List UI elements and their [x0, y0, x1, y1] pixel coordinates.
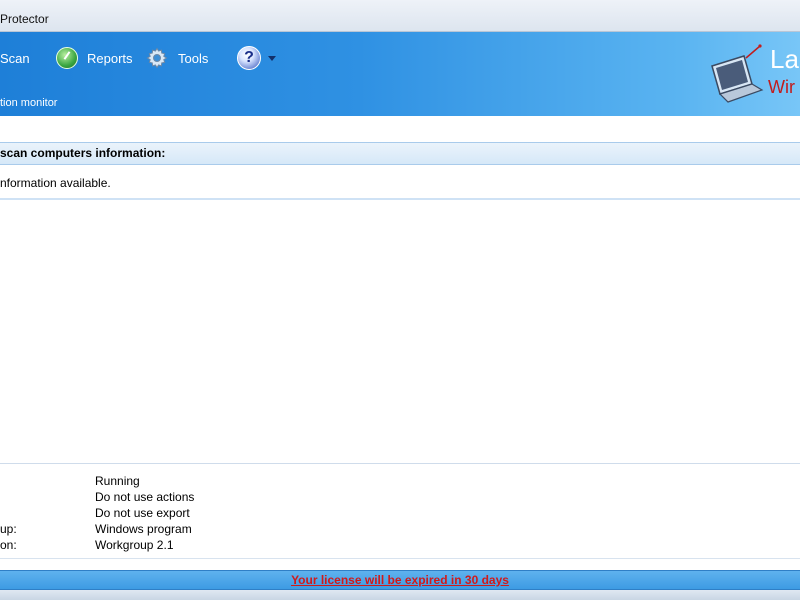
scan-button[interactable]: Scan [0, 42, 30, 74]
scan-label: Scan [0, 50, 30, 66]
toolbar-subtitle: tion monitor [0, 97, 58, 109]
status-value: Do not use export [95, 506, 190, 520]
status-area: Running Do not use actions Do not use ex… [0, 463, 800, 558]
no-info-message: nformation available. [0, 176, 111, 190]
status-value: Workgroup 2.1 [95, 538, 174, 552]
chevron-down-icon [268, 55, 276, 61]
window-title: Protector [0, 12, 49, 26]
bottom-strip [0, 590, 800, 600]
reports-button[interactable]: Reports [56, 42, 133, 74]
title-bar: Protector [0, 0, 800, 32]
status-value: Do not use actions [95, 490, 195, 504]
section-body: nformation available. [0, 166, 800, 200]
logo-text-line1: La [770, 44, 799, 74]
tools-button[interactable]: Tools [146, 42, 208, 74]
status-key: up: [0, 522, 17, 536]
status-key: on: [0, 538, 17, 552]
tools-label: Tools [178, 50, 209, 66]
logo-text-line2: Wir [768, 77, 795, 97]
toolbar: Scan Reports Tools ? tion monitor [0, 32, 800, 116]
status-value: Windows program [95, 522, 192, 536]
help-dropdown-button[interactable]: ? [237, 42, 276, 74]
reports-label: Reports [87, 50, 133, 66]
status-value: Running [95, 474, 140, 488]
reports-icon [56, 47, 78, 69]
section-header: scan computers information: [0, 142, 800, 165]
gear-icon [146, 47, 168, 69]
license-bar: Your license will be expired in 30 days [0, 570, 800, 590]
license-expiry-link[interactable]: Your license will be expired in 30 days [291, 573, 509, 587]
bottom-separator [0, 558, 800, 570]
question-mark-icon: ? [237, 46, 261, 70]
